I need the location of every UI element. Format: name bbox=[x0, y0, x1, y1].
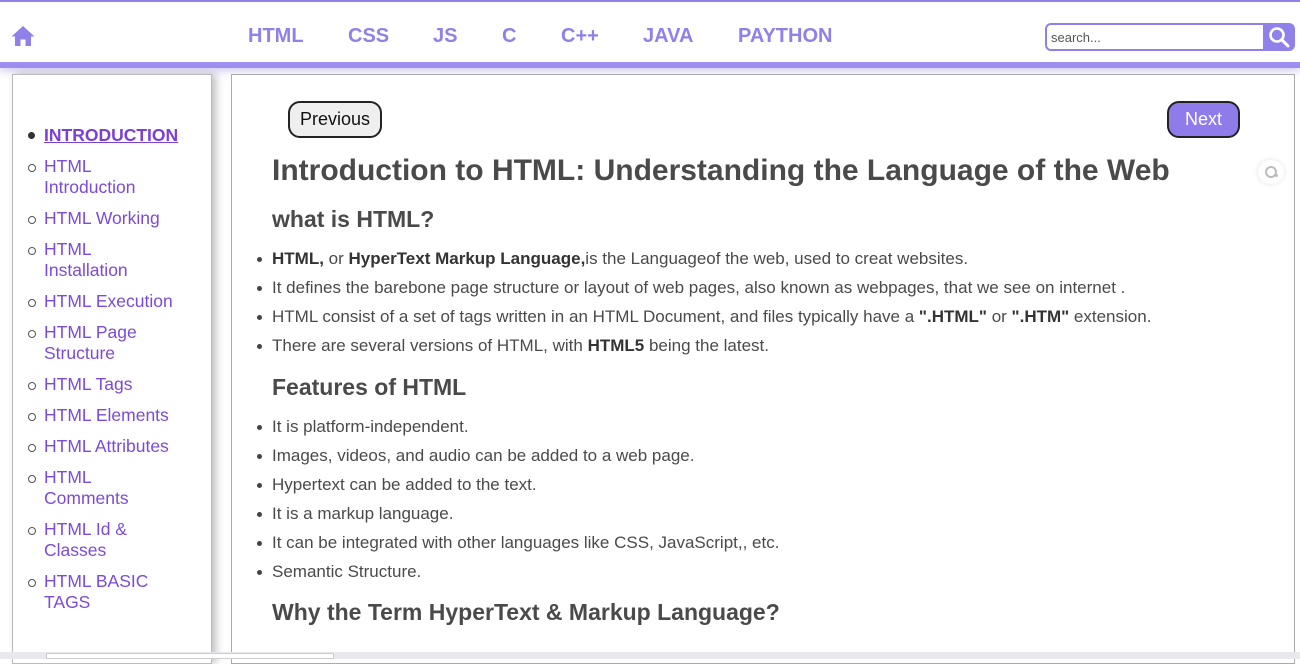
page-title: Introduction to HTML: Understanding the … bbox=[272, 154, 1170, 187]
search-button[interactable] bbox=[1263, 23, 1295, 51]
sidebar-item-label: HTML Working bbox=[44, 208, 160, 228]
nav-link-java[interactable]: JAVA bbox=[643, 25, 693, 48]
list-item: There are several versions of HTML, with… bbox=[257, 331, 1282, 360]
sidebar-item-html-installation[interactable]: HTML Installation bbox=[13, 239, 153, 281]
nav-link-js[interactable]: JS bbox=[433, 25, 457, 48]
sidebar-item-html-introduction[interactable]: HTML Introduction bbox=[13, 156, 163, 198]
list-item: Hypertext can be added to the text. bbox=[257, 470, 1282, 499]
list-item: HTML consist of a set of tags written in… bbox=[257, 302, 1282, 331]
sidebar-item-html-basic-tags[interactable]: HTML BASIC TAGS bbox=[13, 571, 163, 613]
main-content: Previous Next Introduction to HTML: Unde… bbox=[231, 74, 1295, 664]
list-item: Images, videos, and audio can be added t… bbox=[257, 441, 1282, 470]
list-item: It is platform-independent. bbox=[257, 412, 1282, 441]
sidebar-item-label: HTML Installation bbox=[44, 239, 128, 280]
sidebar-list: INTRODUCTION HTML Introduction HTML Work… bbox=[13, 125, 203, 623]
sidebar-item-html-working[interactable]: HTML Working bbox=[13, 208, 203, 229]
home-icon[interactable] bbox=[10, 24, 36, 48]
sidebar-item-label: HTML Id & Classes bbox=[44, 519, 127, 560]
loading-spinner-icon bbox=[1258, 160, 1284, 184]
bold-text: HTML5 bbox=[587, 336, 645, 355]
bold-text: ".HTM" bbox=[1011, 307, 1070, 326]
sidebar-item-label: INTRODUCTION bbox=[44, 125, 179, 145]
sidebar-item-label: HTML Attributes bbox=[44, 436, 169, 456]
text: extension. bbox=[1069, 307, 1152, 326]
previous-button[interactable]: Previous bbox=[288, 101, 382, 138]
horizontal-scrollbar[interactable] bbox=[0, 652, 1300, 659]
article: Introduction to HTML: Understanding the … bbox=[257, 153, 1282, 626]
text: There are several versions of HTML, with bbox=[272, 336, 588, 355]
features-list: It is platform-independent. Images, vide… bbox=[257, 412, 1282, 586]
sidebar-item-introduction[interactable]: INTRODUCTION bbox=[13, 125, 203, 146]
text: is the Languageof the web, used to creat… bbox=[585, 249, 969, 268]
nav-link-html[interactable]: HTML bbox=[248, 25, 304, 48]
top-navbar: HTML CSS JS C C++ JAVA PAYTHON bbox=[0, 0, 1300, 68]
nav-link-cpp[interactable]: C++ bbox=[561, 25, 599, 48]
sidebar-item-html-tags[interactable]: HTML Tags bbox=[13, 374, 203, 395]
nav-link-c[interactable]: C bbox=[502, 25, 516, 48]
sidebar-item-html-id-classes[interactable]: HTML Id & Classes bbox=[13, 519, 153, 561]
sidebar-item-label: HTML Tags bbox=[44, 374, 133, 394]
search-box bbox=[1045, 22, 1295, 52]
text: or bbox=[986, 307, 1012, 326]
text: being the latest. bbox=[644, 336, 769, 355]
what-is-html-list: HTML, or HyperText Markup Language,is th… bbox=[257, 244, 1282, 360]
bold-text: HyperText Markup Language, bbox=[348, 249, 586, 268]
section-heading-features: Features of HTML bbox=[272, 374, 467, 400]
list-item: It can be integrated with other language… bbox=[257, 528, 1282, 557]
section-heading-why-term: Why the Term HyperText & Markup Language… bbox=[272, 599, 780, 625]
scrollbar-thumb[interactable] bbox=[46, 653, 334, 659]
sidebar-item-html-attributes[interactable]: HTML Attributes bbox=[13, 436, 203, 457]
nav-link-css[interactable]: CSS bbox=[348, 25, 389, 48]
sidebar-item-label: HTML Elements bbox=[44, 405, 169, 425]
list-item: Semantic Structure. bbox=[257, 557, 1282, 586]
bold-text: HTML, bbox=[272, 249, 324, 268]
sidebar: INTRODUCTION HTML Introduction HTML Work… bbox=[12, 74, 212, 664]
sidebar-item-html-page-structure[interactable]: HTML Page Structure bbox=[13, 322, 163, 364]
text: or bbox=[323, 249, 349, 268]
sidebar-item-label: HTML Execution bbox=[44, 291, 173, 311]
sidebar-item-label: HTML BASIC TAGS bbox=[44, 571, 149, 612]
search-input[interactable] bbox=[1045, 23, 1265, 51]
sidebar-item-html-comments[interactable]: HTML Comments bbox=[13, 467, 153, 509]
section-heading-what-is-html: what is HTML? bbox=[272, 206, 435, 232]
sidebar-item-label: HTML Page Structure bbox=[44, 322, 137, 363]
list-item: It is a markup language. bbox=[257, 499, 1282, 528]
list-item: HTML, or HyperText Markup Language,is th… bbox=[257, 244, 1282, 273]
list-item: It defines the barebone page structure o… bbox=[257, 273, 1282, 302]
text: HTML consist of a set of tags written in… bbox=[272, 307, 919, 326]
next-button[interactable]: Next bbox=[1167, 101, 1240, 138]
sidebar-item-label: HTML Comments bbox=[44, 467, 129, 508]
nav-link-python[interactable]: PAYTHON bbox=[738, 25, 832, 48]
sidebar-item-label: HTML Introduction bbox=[44, 156, 136, 197]
bold-text: ".HTML" bbox=[918, 307, 987, 326]
sidebar-item-html-execution[interactable]: HTML Execution bbox=[13, 291, 203, 312]
search-icon bbox=[1269, 27, 1290, 48]
sidebar-item-html-elements[interactable]: HTML Elements bbox=[13, 405, 203, 426]
